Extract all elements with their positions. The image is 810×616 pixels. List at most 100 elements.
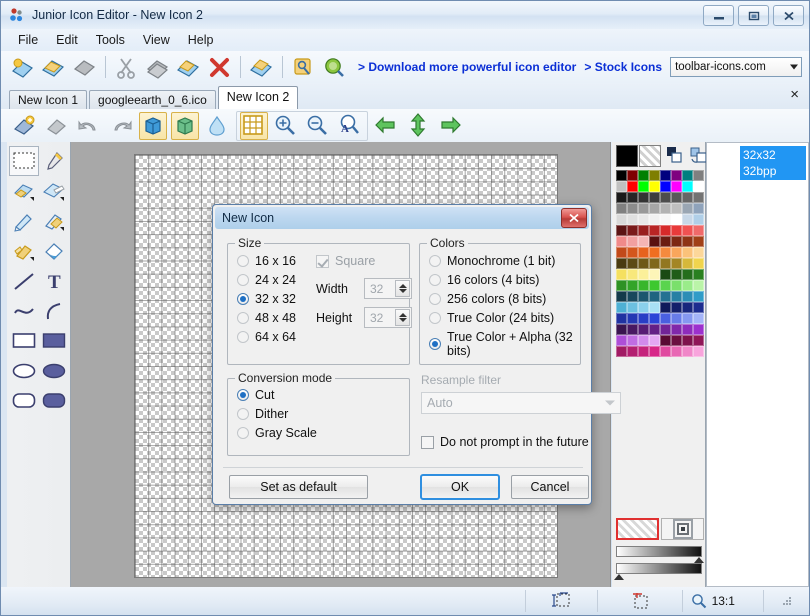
color-swatch[interactable] [649,247,660,258]
images-panel[interactable]: 32x32 32bpp [706,142,809,587]
color-swatch[interactable] [616,302,627,313]
color-swatch[interactable] [627,302,638,313]
color-swatch[interactable] [627,214,638,225]
rectangle-outline-tool[interactable] [9,326,39,356]
color-swatch[interactable] [693,280,704,291]
color-swatch[interactable] [627,291,638,302]
color-swatch[interactable] [682,324,693,335]
text-tool[interactable]: T [39,266,69,296]
color-swatch[interactable] [693,247,704,258]
conversion-option-cut[interactable]: Cut [237,388,317,402]
conversion-option-grayscale[interactable]: Gray Scale [237,426,317,440]
color-swatch[interactable] [671,214,682,225]
color-swatch[interactable] [616,192,627,203]
color-swatch[interactable] [693,214,704,225]
color-swatch[interactable] [638,302,649,313]
color-swatch[interactable] [682,280,693,291]
ellipse-outline-tool[interactable] [9,356,39,386]
color-swatch[interactable] [649,236,660,247]
color-swatch[interactable] [660,324,671,335]
rounded-rect-outline-tool[interactable] [9,386,39,416]
delete-image-icon[interactable] [43,112,71,140]
color-swatch[interactable] [649,258,660,269]
color-swatch[interactable] [693,258,704,269]
color-swatch[interactable] [649,170,660,181]
color-swatch[interactable] [671,313,682,324]
arc-tool[interactable] [39,296,69,326]
color-swatch[interactable] [616,324,627,335]
grid-icon[interactable] [240,111,268,140]
swap-colors-icon[interactable] [665,145,685,165]
color-swatch[interactable] [682,247,693,258]
color-swatch[interactable] [693,346,704,357]
color-swatch[interactable] [671,335,682,346]
color-swatch[interactable] [671,236,682,247]
color-swatch[interactable] [649,203,660,214]
color-swatch[interactable] [638,203,649,214]
size-option-48[interactable]: 48 x 48 [237,311,296,325]
color-swatch[interactable] [638,324,649,335]
cut-icon[interactable] [113,54,140,81]
paste-icon[interactable] [175,54,202,81]
resample-filter-combo[interactable]: Auto [421,392,621,414]
opacity-drop-icon[interactable] [203,112,231,140]
color-swatch[interactable] [682,269,693,280]
color-swatch[interactable] [671,324,682,335]
size-option-16[interactable]: 16 x 16 [237,254,296,268]
ok-button[interactable]: OK [420,474,500,500]
color-swatch[interactable] [660,291,671,302]
rectangle-filled-tool[interactable] [39,326,69,356]
color-swatch[interactable] [693,291,704,302]
color-swatch[interactable] [693,225,704,236]
color-swatch[interactable] [671,269,682,280]
color-swatch[interactable] [693,335,704,346]
color-swatch[interactable] [638,225,649,236]
dialog-close-button[interactable] [561,208,587,228]
color-swatch[interactable] [638,313,649,324]
tab-googleearth-ico[interactable]: googleearth_0_6.ico [89,90,216,109]
eraser-tool[interactable] [9,176,39,206]
stock-source-combo[interactable]: toolbar-icons.com [670,57,803,77]
color-option-256[interactable]: 256 colors (8 bits) [429,292,580,306]
color-swatch[interactable] [682,170,693,181]
copy-icon[interactable] [144,54,171,81]
select-rectangle-tool[interactable] [9,146,39,176]
curve-tool[interactable] [9,296,39,326]
color-swatch[interactable] [671,203,682,214]
color-swatch[interactable] [671,181,682,192]
color-swatch[interactable] [693,236,704,247]
color-swatch[interactable] [693,192,704,203]
color-swatch[interactable] [616,170,627,181]
color-swatch[interactable] [682,346,693,357]
restore-button[interactable] [738,5,769,26]
size-option-32[interactable]: 32 x 32 [237,292,296,306]
color-swatch[interactable] [638,335,649,346]
color-swatch[interactable] [616,236,627,247]
line-tool[interactable] [9,266,39,296]
color-swatch[interactable] [616,247,627,258]
spinner-up-icon[interactable] [398,284,407,288]
actual-size-icon[interactable]: A [336,112,364,140]
color-swatch[interactable] [682,192,693,203]
color-swatch[interactable] [682,214,693,225]
square-checkbox[interactable]: Square [316,254,412,268]
primary-color-swatch[interactable] [616,145,638,167]
color-option-truecolor[interactable]: True Color (24 bits) [429,311,580,325]
color-swatch[interactable] [671,280,682,291]
ellipse-filled-tool[interactable] [39,356,69,386]
zoom-in-icon[interactable] [272,112,300,140]
color-swatch[interactable] [682,302,693,313]
color-swatch[interactable] [649,225,660,236]
spinner-up-icon[interactable] [398,313,407,317]
color-swatch[interactable] [682,236,693,247]
color-swatch[interactable] [616,225,627,236]
save-icon[interactable] [71,54,98,81]
color-swatch[interactable] [660,269,671,280]
color-swatch[interactable] [627,258,638,269]
height-spinner-buttons[interactable] [395,309,410,326]
redo-icon[interactable] [107,112,135,140]
color-swatch[interactable] [693,269,704,280]
color-swatch[interactable] [682,203,693,214]
color-option-16[interactable]: 16 colors (4 bits) [429,273,580,287]
nav-left-icon[interactable] [373,112,401,140]
